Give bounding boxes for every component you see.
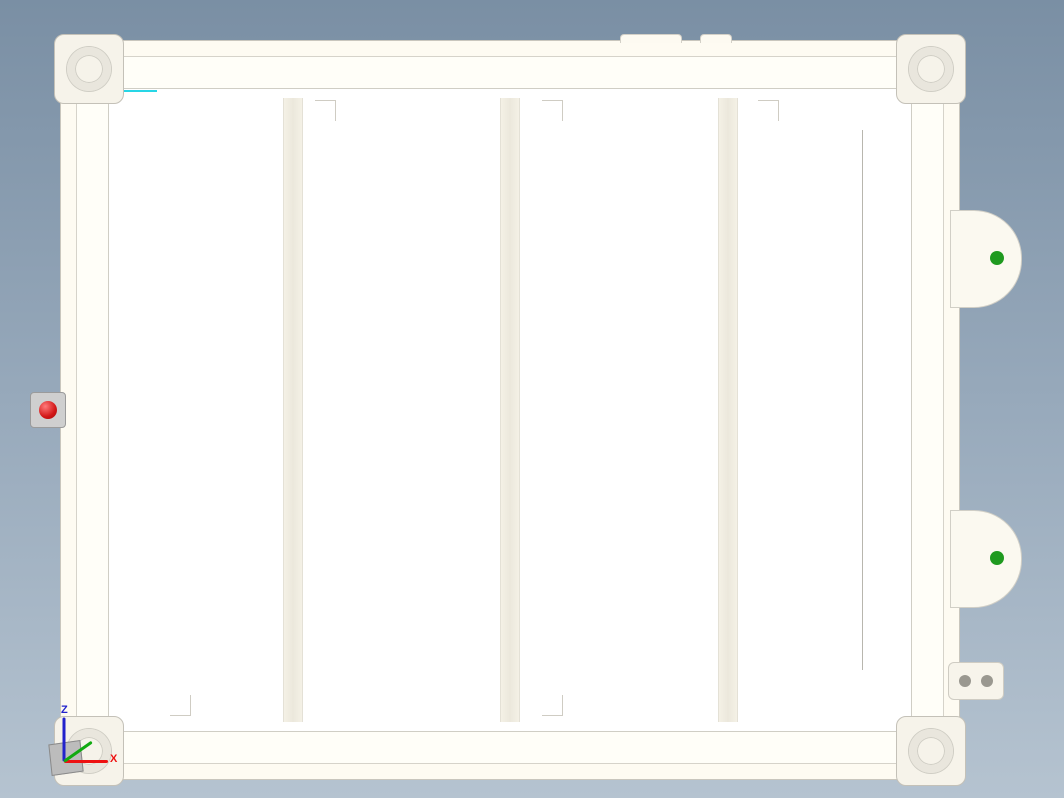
panel-divider [500,98,520,722]
indicator-dot-icon [990,551,1004,565]
highlight-edge [123,90,157,92]
panel-divider [718,98,738,722]
top-edge-tab [700,34,732,43]
panel-guideline [862,130,863,670]
panel-notch [315,100,336,121]
corner-ring-mount [54,716,124,786]
connector-plate [948,662,1004,700]
plate-hole-icon [981,675,993,687]
cad-viewport[interactable]: X Z [0,0,1064,798]
panel-divider [283,98,303,722]
panel-notch [170,695,191,716]
model-assembly[interactable] [60,40,960,780]
panel-notch [542,100,563,121]
panel-notch [758,100,779,121]
corner-ring-mount [896,716,966,786]
plate-hole-icon [959,675,971,687]
indicator-dot-icon [990,251,1004,265]
panel-notch [542,695,563,716]
corner-ring-mount [896,34,966,104]
side-knob [30,392,66,428]
side-lobe-indicator [950,510,1020,606]
side-lobe-indicator [950,210,1020,306]
knob-ball-icon [39,401,57,419]
top-edge-tab [620,34,682,43]
corner-ring-mount [54,34,124,104]
